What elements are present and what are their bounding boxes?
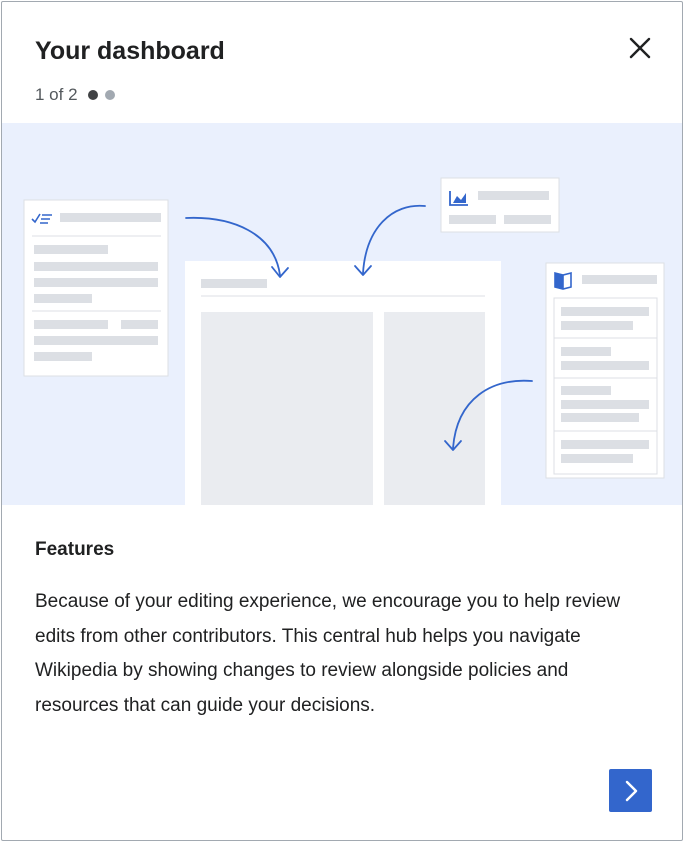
step-dot-active [87,90,98,100]
step-dot-inactive [104,90,115,100]
central-page [185,261,501,505]
step-indicator: 1 of 2 [35,84,122,106]
left-panel-card [23,199,169,377]
dashboard-illustration [2,123,682,505]
resources-card [545,262,665,479]
features-description: Because of your editing experience, we e… [35,591,621,716]
close-icon [629,37,651,59]
features-heading: Features [35,539,115,560]
illustration-graphic [23,177,665,505]
chart-card [440,177,560,233]
chevron-right-icon [625,780,637,801]
close-button[interactable] [620,28,660,68]
next-button[interactable] [609,769,652,812]
step-count: 1 of 2 [35,85,78,104]
dashboard-dialog: Your dashboard 1 of 2 Features Because o… [1,1,683,841]
dialog-title: Your dashboard [35,37,225,65]
